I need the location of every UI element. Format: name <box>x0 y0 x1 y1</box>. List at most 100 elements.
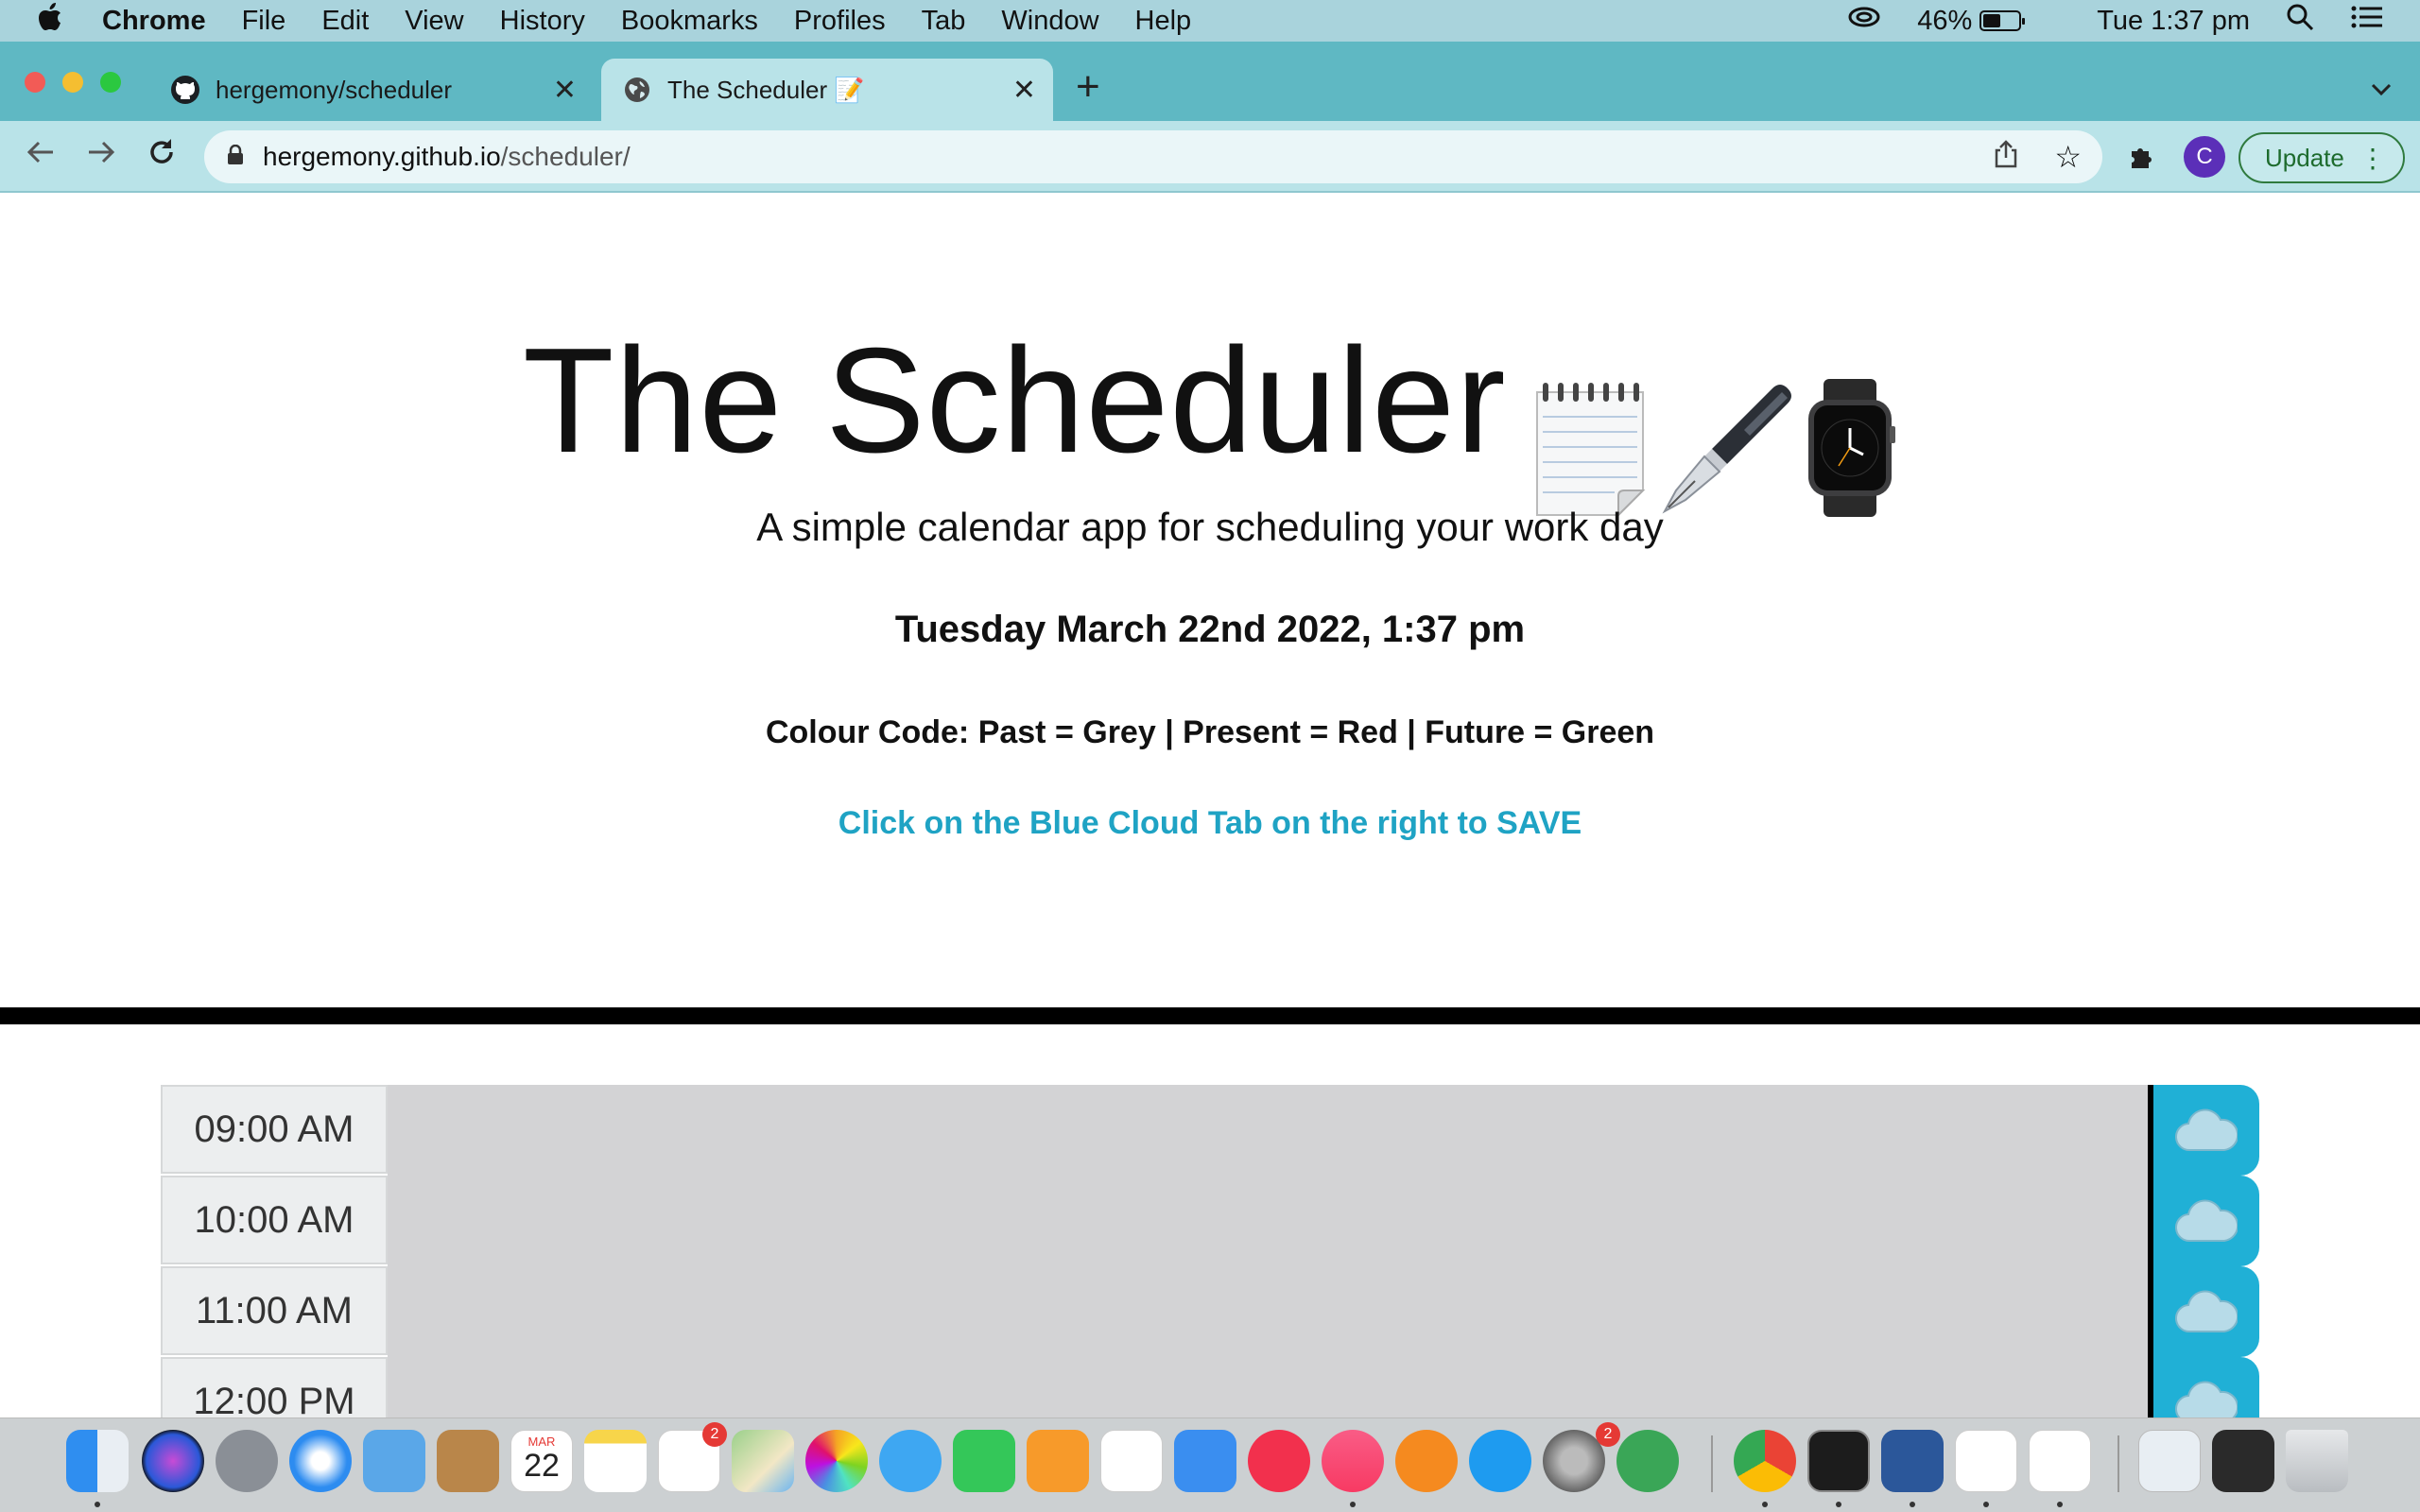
notes-icon[interactable] <box>584 1430 647 1492</box>
battery-icon[interactable] <box>1979 10 2026 31</box>
address-bar[interactable]: hergemony.github.io /scheduler/ ☆ <box>204 130 2102 183</box>
slack-icon[interactable] <box>2029 1430 2091 1492</box>
menu-app-name[interactable]: Chrome <box>102 6 206 37</box>
event-description-input[interactable] <box>388 1176 2148 1266</box>
app-store-icon[interactable] <box>1469 1430 1531 1492</box>
forward-arrow-icon[interactable] <box>85 136 117 177</box>
web-page: The Scheduler A simple calendar app for … <box>0 193 2420 1418</box>
browser-tab-strip: hergemony/scheduler ✕ The Scheduler 📝 ✕ … <box>0 42 2420 121</box>
photos-icon[interactable] <box>805 1430 868 1492</box>
apple-menu-icon[interactable] <box>38 3 76 39</box>
save-button[interactable] <box>2148 1085 2259 1176</box>
word-icon[interactable] <box>1881 1430 1944 1492</box>
page-title: The Scheduler <box>523 318 1507 484</box>
pages-icon[interactable] <box>1027 1430 1089 1492</box>
cloud-icon <box>2175 1381 2238 1418</box>
hour-label: 09:00 AM <box>161 1085 388 1174</box>
tab-search-chevron-down-icon[interactable] <box>2371 74 2392 103</box>
window-zoom-button[interactable] <box>100 72 121 93</box>
launchpad-icon[interactable] <box>216 1430 278 1492</box>
cloud-icon <box>2175 1290 2238 1333</box>
extensions-puzzle-icon[interactable] <box>2127 140 2159 177</box>
trash-icon[interactable] <box>2286 1430 2348 1492</box>
chrome-icon[interactable] <box>1734 1430 1796 1492</box>
hour-label: 10:00 AM <box>161 1176 388 1264</box>
calendar-icon[interactable]: MAR 22 <box>510 1430 573 1492</box>
menu-bookmarks[interactable]: Bookmarks <box>621 6 758 37</box>
running-indicator <box>1762 1502 1768 1507</box>
books-icon[interactable] <box>1395 1430 1458 1492</box>
save-button[interactable] <box>2148 1176 2259 1266</box>
window-close-button[interactable] <box>25 72 45 93</box>
menu-help[interactable]: Help <box>1135 6 1192 37</box>
reminders-badge: 2 <box>702 1422 727 1447</box>
facetime-icon[interactable] <box>953 1430 1015 1492</box>
music-icon[interactable] <box>1322 1430 1384 1492</box>
github-icon <box>170 75 200 105</box>
url-path: /scheduler/ <box>500 142 631 171</box>
globe-icon <box>622 75 652 105</box>
system-preferences-badge: 2 <box>1596 1422 1620 1447</box>
messages-icon[interactable] <box>879 1430 942 1492</box>
event-description-input[interactable] <box>388 1357 2148 1418</box>
bookmark-star-icon[interactable]: ☆ <box>2054 139 2082 175</box>
tab-github-scheduler[interactable]: hergemony/scheduler ✕ <box>149 59 594 121</box>
contacts-icon[interactable] <box>437 1430 499 1492</box>
tab-the-scheduler[interactable]: The Scheduler 📝 ✕ <box>601 59 1053 121</box>
tab-title: The Scheduler 📝 <box>667 75 865 104</box>
menu-window[interactable]: Window <box>1001 6 1098 37</box>
update-button[interactable]: Update ⋮ <box>2238 132 2405 183</box>
running-indicator <box>95 1502 100 1507</box>
window-minimize-button[interactable] <box>62 72 83 93</box>
tab-title: hergemony/scheduler <box>216 75 453 104</box>
menu-view[interactable]: View <box>405 6 463 37</box>
event-description-input[interactable] <box>388 1085 2148 1176</box>
tab-close-icon[interactable]: ✕ <box>553 74 577 107</box>
macos-menubar: Chrome File Edit View History Bookmarks … <box>0 0 2420 42</box>
save-button[interactable] <box>2148 1357 2259 1418</box>
profile-avatar[interactable]: C <box>2184 136 2225 178</box>
screen-capture-icon[interactable] <box>2212 1430 2274 1492</box>
tab-close-icon[interactable]: ✕ <box>1012 74 1036 107</box>
numbers-icon[interactable] <box>1100 1430 1163 1492</box>
spotlight-search-icon[interactable] <box>2286 3 2314 39</box>
menu-tab[interactable]: Tab <box>922 6 966 37</box>
news-icon[interactable] <box>1248 1430 1310 1492</box>
reload-icon[interactable] <box>146 136 178 177</box>
menu-file[interactable]: File <box>242 6 286 37</box>
macos-dock: MAR 22 2 2 <box>0 1418 2420 1512</box>
siri-icon[interactable] <box>142 1430 204 1492</box>
kebab-menu-icon[interactable]: ⋮ <box>2360 142 2386 176</box>
time-block-row: 12:00 PM <box>161 1357 2259 1418</box>
fountain-pen-icon <box>1662 384 1791 514</box>
colour-code-legend: Colour Code: Past = Grey | Present = Red… <box>765 714 1655 750</box>
event-description-input[interactable] <box>388 1266 2148 1357</box>
menu-history[interactable]: History <box>500 6 585 37</box>
terminal-icon[interactable] <box>1807 1430 1870 1492</box>
archive-icon[interactable] <box>2138 1430 2201 1492</box>
save-button[interactable] <box>2148 1266 2259 1357</box>
watch-icon <box>1807 378 1895 517</box>
current-datetime: Tuesday March 22nd 2022, 1:37 pm <box>894 609 1526 650</box>
time-block-row: 11:00 AM <box>161 1266 2259 1357</box>
safari-icon[interactable] <box>289 1430 352 1492</box>
share-icon[interactable] <box>1995 139 2017 175</box>
menu-edit[interactable]: Edit <box>321 6 369 37</box>
url-host: hergemony.github.io <box>263 142 501 171</box>
running-indicator <box>1910 1502 1915 1507</box>
mail-icon[interactable] <box>363 1430 425 1492</box>
finder-icon[interactable] <box>66 1430 129 1492</box>
lock-icon[interactable] <box>227 142 244 172</box>
control-center-icon[interactable] <box>2350 5 2384 37</box>
back-arrow-icon[interactable] <box>25 136 57 177</box>
cloud-icon <box>2175 1108 2238 1152</box>
maps-icon[interactable] <box>732 1430 794 1492</box>
scrivener-icon[interactable] <box>1616 1430 1679 1492</box>
creative-cloud-icon[interactable] <box>1847 5 1881 37</box>
menubar-clock[interactable]: Tue 1:37 pm <box>2097 6 2250 37</box>
vscode-icon[interactable] <box>1955 1430 2017 1492</box>
keynote-icon[interactable] <box>1174 1430 1236 1492</box>
new-tab-plus-icon[interactable]: + <box>1076 66 1100 108</box>
page-header: The Scheduler <box>0 316 2420 518</box>
menu-profiles[interactable]: Profiles <box>794 6 886 37</box>
